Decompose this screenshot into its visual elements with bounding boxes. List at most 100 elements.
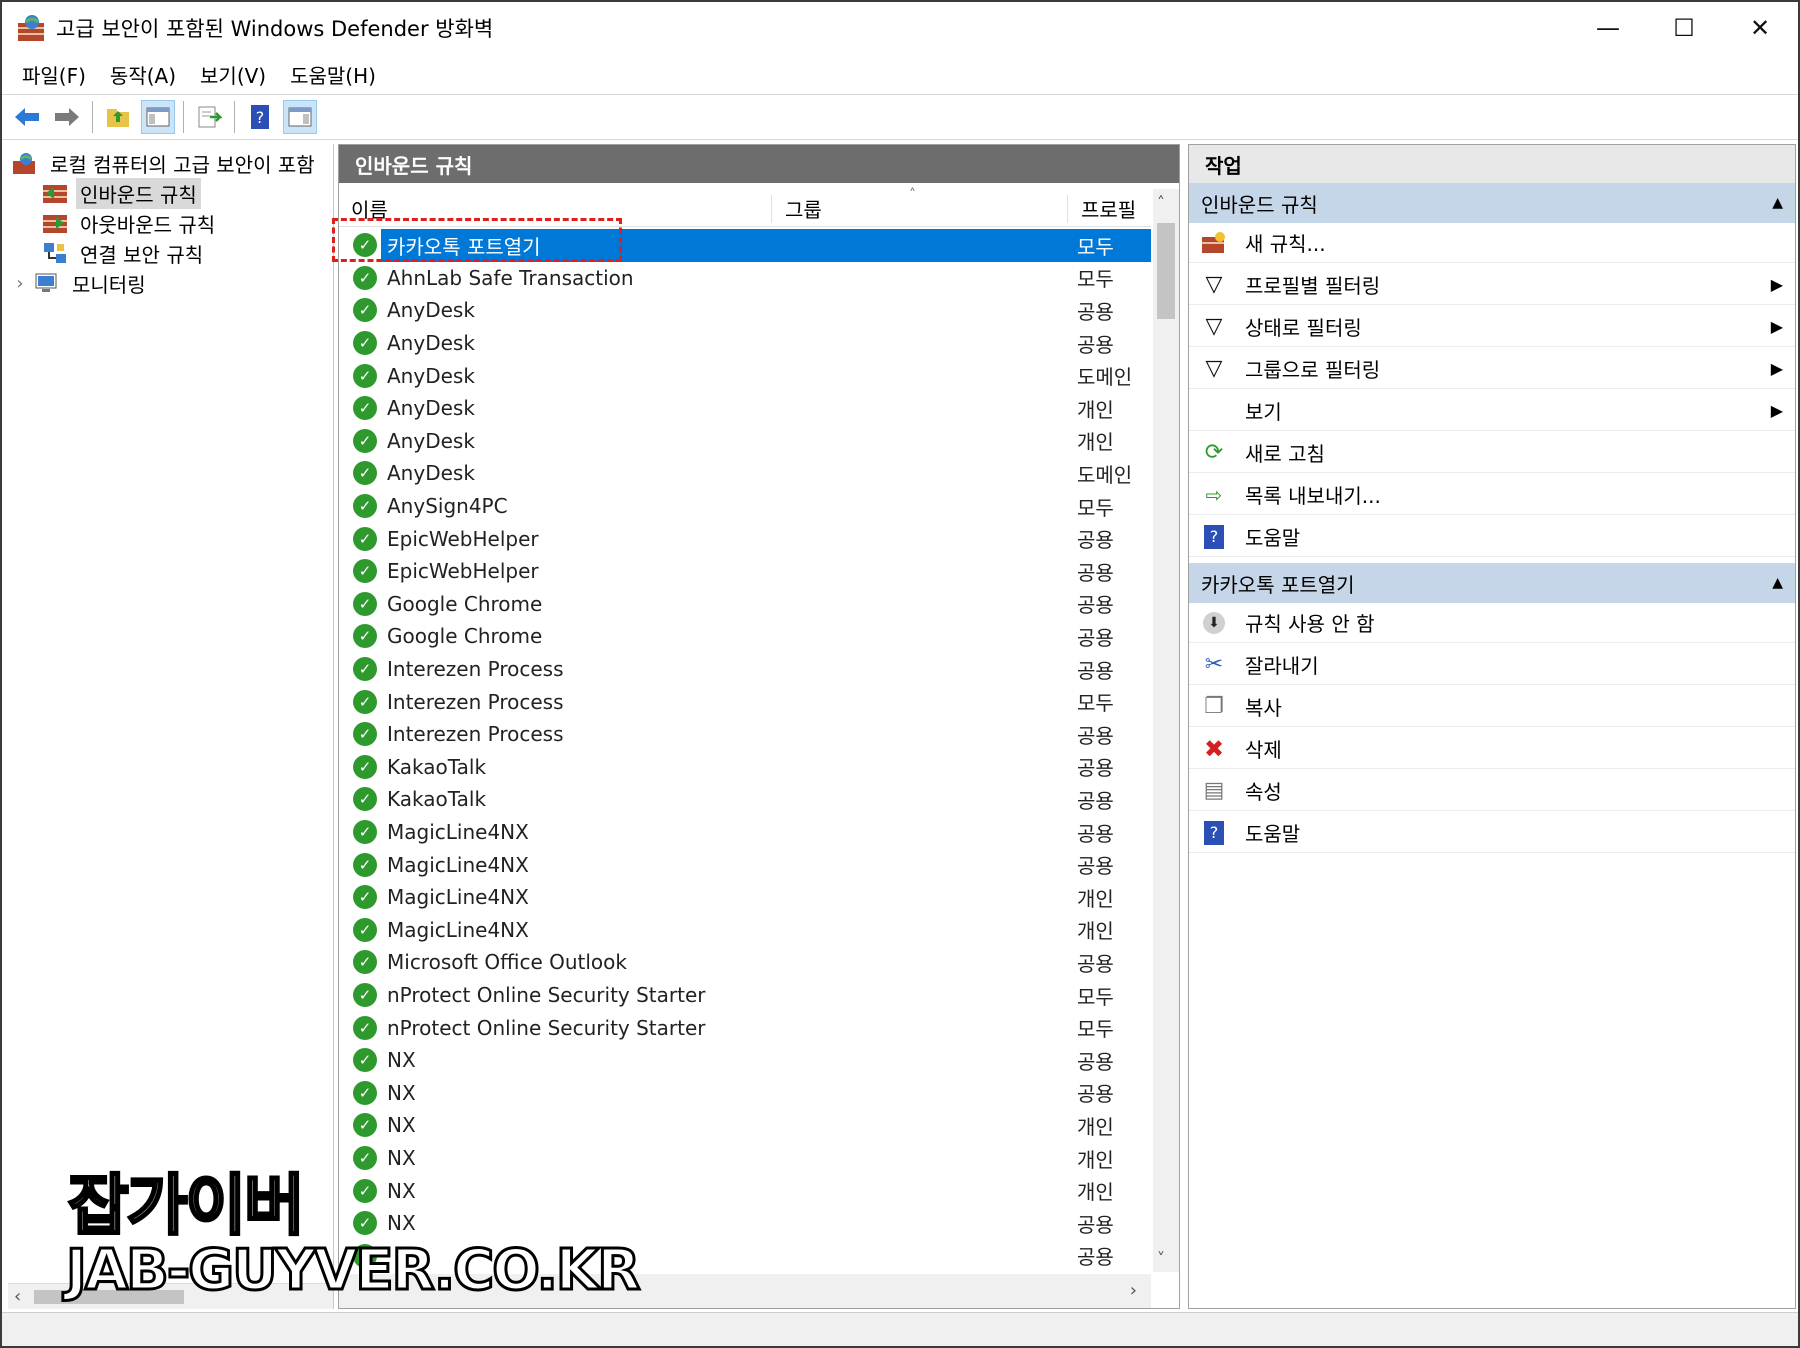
table-row[interactable]: ✓ AnyDesk 개인 (345, 425, 1151, 458)
rule-name: EpicWebHelper (387, 559, 539, 584)
up-level-button[interactable] (101, 100, 135, 134)
close-button[interactable]: ✕ (1722, 2, 1798, 54)
help-button[interactable]: ? (243, 100, 277, 134)
rules-vertical-scrollbar[interactable]: ˄ ˅ (1153, 189, 1179, 1272)
table-row[interactable]: ✓ AnyDesk 공용 (345, 294, 1151, 327)
rule-name: MagicLine4NX (387, 852, 529, 877)
back-button[interactable] (10, 100, 44, 134)
scroll-up-icon[interactable]: ˄ (1157, 193, 1165, 212)
rule-profile: 공용 (1077, 821, 1114, 846)
scroll-left-icon[interactable]: ‹ (14, 1286, 21, 1307)
tree-item-outbound-rules[interactable]: 아웃바운드 규칙 (42, 208, 219, 238)
menu-view[interactable]: 보기(V) (188, 60, 278, 89)
console-tree: 로컬 컴퓨터의 고급 보안이 포함 인바운드 규칙 아웃바운드 규칙 연결 보안… (8, 144, 334, 1309)
action-item[interactable]: ▽ 그룹으로 필터링 ▶ (1189, 349, 1795, 389)
show-hide-tree-button[interactable] (141, 100, 175, 134)
svg-text:?: ? (256, 108, 265, 127)
table-row[interactable]: ✓ AnyDesk 개인 (345, 392, 1151, 425)
action-item[interactable]: 새 규칙... (1189, 223, 1795, 263)
rule-name: AnyDesk (387, 396, 475, 421)
table-row[interactable]: ✓ MagicLine4NX 개인 (345, 881, 1151, 914)
action-item[interactable]: ▤ 속성 (1189, 771, 1795, 811)
maximize-button[interactable]: ☐ (1646, 2, 1722, 54)
action-item[interactable]: ✖ 삭제 (1189, 729, 1795, 769)
table-row[interactable]: ✓ AnySign4PC 모두 (345, 490, 1151, 523)
action-item[interactable]: ⇨ 목록 내보내기... (1189, 475, 1795, 515)
tree-item-connection-security-rules[interactable]: 연결 보안 규칙 (42, 238, 207, 268)
table-row[interactable]: ✓ AnyDesk 공용 (345, 327, 1151, 360)
action-item[interactable]: ▽ 프로필별 필터링 ▶ (1189, 265, 1795, 305)
column-profile[interactable]: 프로필 (1069, 189, 1151, 227)
export-list-button[interactable] (192, 100, 226, 134)
action-label: 프로필별 필터링 (1245, 274, 1381, 298)
rule-profile: 개인 (1077, 1180, 1114, 1205)
show-hide-action-pane-button[interactable] (283, 100, 317, 134)
table-row[interactable]: ✓ NX 개인 (345, 1109, 1151, 1142)
action-item[interactable]: ❐ 복사 (1189, 687, 1795, 727)
actions-section-header[interactable]: 인바운드 규칙 ▲ (1189, 183, 1795, 223)
column-group[interactable]: 그룹 (773, 189, 1067, 227)
menu-help[interactable]: 도움말(H) (278, 60, 388, 89)
action-item[interactable]: ⟳ 새로 고침 (1189, 433, 1795, 473)
rule-profile: 공용 (1077, 1212, 1114, 1237)
table-row[interactable]: ✓ Interezen Process 모두 (345, 685, 1151, 718)
table-row[interactable]: ✓ nProtect Online Security Starter 모두 (345, 979, 1151, 1012)
tree-item-monitoring[interactable]: › 모니터링 (12, 268, 150, 298)
menu-action[interactable]: 동작(A) (98, 60, 188, 89)
table-row[interactable]: ✓ MagicLine4NX 공용 (345, 848, 1151, 881)
table-row[interactable]: ✓ NX 공용 (345, 1077, 1151, 1110)
tree-root[interactable]: 로컬 컴퓨터의 고급 보안이 포함 (12, 148, 319, 178)
column-divider[interactable] (771, 195, 772, 223)
table-row[interactable]: ✓ AnyDesk 도메인 (345, 457, 1151, 490)
forward-button[interactable] (50, 100, 84, 134)
minimize-button[interactable]: — (1570, 2, 1646, 54)
rule-profile: 도메인 (1077, 365, 1133, 390)
tree-item-inbound-rules[interactable]: 인바운드 규칙 (42, 177, 201, 209)
scroll-thumb[interactable] (1157, 223, 1175, 319)
rule-profile: 공용 (1077, 625, 1114, 650)
scroll-down-icon[interactable]: ˅ (1157, 1249, 1165, 1268)
rule-profile: 공용 (1077, 658, 1114, 683)
table-row[interactable]: ✓ AhnLab Safe Transaction 모두 (345, 262, 1151, 295)
table-row[interactable]: ✓ Interezen Process 공용 (345, 718, 1151, 751)
firewall-app-icon (16, 13, 46, 43)
enabled-check-icon: ✓ (353, 885, 377, 910)
rule-profile: 모두 (1077, 1017, 1114, 1042)
menu-file[interactable]: 파일(F) (10, 60, 98, 89)
table-row[interactable]: ✓ NX 공용 (345, 1044, 1151, 1077)
table-row[interactable]: ✓ EpicWebHelper 공용 (345, 522, 1151, 555)
collapse-triangle-icon[interactable]: ▲ (1772, 575, 1783, 591)
action-item[interactable]: ▽ 상태로 필터링 ▶ (1189, 307, 1795, 347)
table-row[interactable]: ✓ KakaoTalk 공용 (345, 783, 1151, 816)
toolbar-separator (183, 101, 184, 133)
table-row[interactable]: ✓ nProtect Online Security Starter 모두 (345, 1011, 1151, 1044)
action-item[interactable]: 보기 ▶ (1189, 391, 1795, 431)
table-row[interactable]: ✓ Interezen Process 공용 (345, 653, 1151, 686)
action-item[interactable]: ? 도움말 (1189, 813, 1795, 853)
table-row[interactable]: ✓ KakaoTalk 공용 (345, 751, 1151, 784)
action-item[interactable]: ? 도움말 (1189, 517, 1795, 557)
column-label: 그룹 (785, 197, 822, 222)
table-row[interactable]: ✓ EpicWebHelper 공용 (345, 555, 1151, 588)
table-row[interactable]: ✓ NX 공용 (345, 1207, 1151, 1240)
table-row[interactable]: ✓ NX 개인 (345, 1142, 1151, 1175)
table-row[interactable]: ✓ NX 개인 (345, 1174, 1151, 1207)
action-item[interactable]: ⬇ 규칙 사용 안 함 (1189, 603, 1795, 643)
table-row[interactable]: ✓ Google Chrome 공용 (345, 588, 1151, 621)
enabled-check-icon: ✓ (353, 591, 377, 616)
rule-profile: 공용 (1077, 560, 1114, 585)
column-divider[interactable] (1067, 195, 1068, 223)
rule-profile: 공용 (1077, 332, 1114, 357)
collapse-triangle-icon[interactable]: ▲ (1772, 195, 1783, 211)
scroll-right-icon[interactable]: › (1130, 1280, 1137, 1301)
show-hide-action-pane-icon (288, 107, 312, 127)
actions-section-header[interactable]: 카카오톡 포트열기 ▲ (1189, 563, 1795, 603)
table-row[interactable]: ✓ Microsoft Office Outlook 공용 (345, 946, 1151, 979)
table-row[interactable]: ✓ MagicLine4NX 공용 (345, 816, 1151, 849)
expand-chevron-icon[interactable]: › (12, 273, 28, 294)
action-item[interactable]: ✂ 잘라내기 (1189, 645, 1795, 685)
enabled-check-icon: ✓ (353, 1211, 377, 1236)
table-row[interactable]: ✓ Google Chrome 공용 (345, 620, 1151, 653)
table-row[interactable]: ✓ MagicLine4NX 개인 (345, 914, 1151, 947)
table-row[interactable]: ✓ AnyDesk 도메인 (345, 359, 1151, 392)
